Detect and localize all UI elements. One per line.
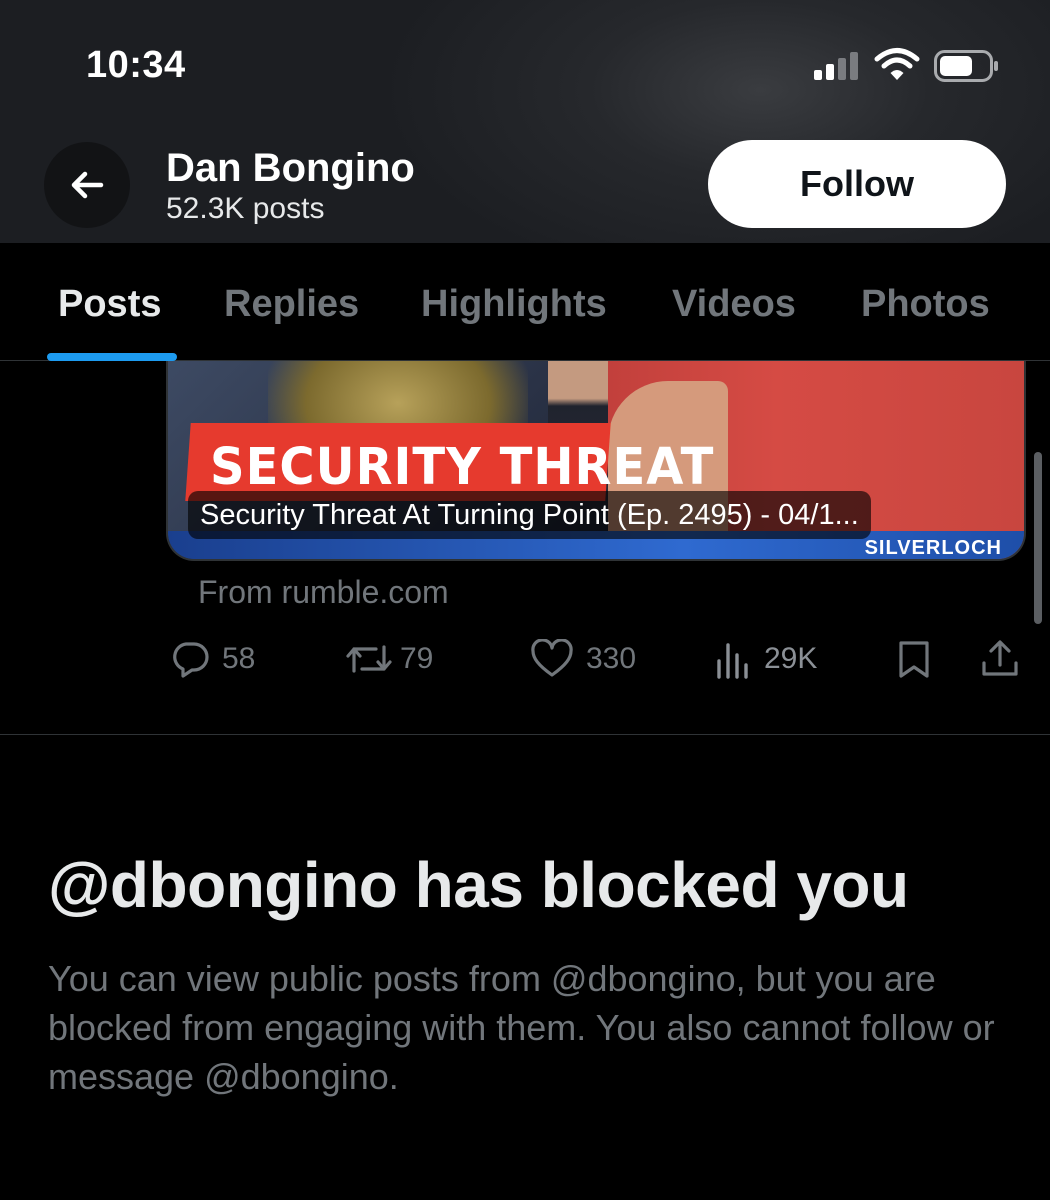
arrow-left-icon [71,171,104,199]
link-source[interactable]: From rumble.com [198,574,449,611]
cellular-signal-icon [814,52,860,80]
profile-name: Dan Bongino [166,146,415,190]
follow-button[interactable]: Follow [708,140,1006,228]
repost-icon [346,645,392,673]
share-button[interactable] [980,636,1020,682]
blocked-description: You can view public posts from @dbongino… [48,958,995,1097]
views-button[interactable]: 29K [716,636,817,682]
wifi-icon [874,48,920,80]
views-chart-icon [717,643,748,679]
tab-highlights[interactable]: Highlights [421,283,607,326]
reply-button[interactable]: 58 [170,636,255,682]
thumbnail-overlay-text: SECURITY THREAT [210,437,715,497]
reply-count: 58 [222,642,256,675]
heart-icon [531,639,573,677]
tab-replies[interactable]: Replies [224,283,359,326]
bookmark-icon [899,641,929,678]
bookmark-button[interactable] [896,636,932,682]
status-time: 10:34 [86,44,186,86]
blocked-title: @dbongino has blocked you [48,849,909,921]
reply-icon [173,642,209,678]
thumbnail-brand: SILVERLOCH [864,537,1002,559]
views-count: 29K [764,642,818,675]
repost-count: 79 [400,642,434,675]
profile-header: 10:34 Dan Bongino 52.3K posts Follow [0,0,1050,243]
tab-posts[interactable]: Posts [58,283,161,326]
share-icon [982,640,1018,676]
link-preview-card[interactable]: SECURITY THREAT SILVERLOCH Security Thre… [166,361,1026,561]
active-tab-indicator [47,353,177,361]
card-caption: Security Threat At Turning Point (Ep. 24… [188,491,871,539]
tab-photos[interactable]: Photos [861,283,990,326]
divider [0,734,1050,735]
battery-icon [934,50,998,82]
like-count: 330 [586,642,637,675]
tab-videos[interactable]: Videos [672,283,796,326]
back-button[interactable] [44,142,130,228]
scrollbar[interactable] [1034,452,1042,624]
profile-tabs: Posts Replies Highlights Videos Photos [0,243,1050,361]
repost-button[interactable]: 79 [344,636,433,682]
post-count: 52.3K posts [166,192,325,225]
like-button[interactable]: 330 [530,636,636,682]
